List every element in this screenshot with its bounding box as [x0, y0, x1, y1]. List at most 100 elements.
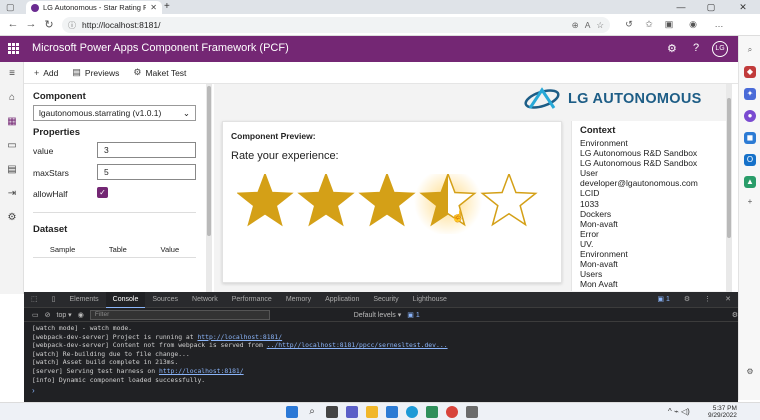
sync-icon[interactable]: ↺: [622, 19, 636, 30]
read-aloud-icon[interactable]: A: [585, 20, 591, 30]
star-rating[interactable]: ☝: [237, 174, 547, 234]
maket-test-button[interactable]: ⚙ Maket Test: [133, 67, 186, 78]
previews-button[interactable]: ▤ Previews: [72, 67, 119, 78]
profile-icon[interactable]: ◉: [686, 19, 700, 30]
home-icon[interactable]: ⌂: [6, 92, 18, 103]
console-link[interactable]: http://localhost:8181/: [197, 333, 282, 341]
value-input[interactable]: 3: [97, 142, 196, 158]
url-field[interactable]: ⓘ http://localhost:8181/ ⊕ A ☆: [62, 17, 610, 33]
star-2[interactable]: [297, 174, 355, 227]
devtools-tab-performance[interactable]: Performance: [225, 292, 279, 308]
export-icon[interactable]: ⇥: [6, 188, 18, 199]
console-link[interactable]: ../http//localhost:8181/ppcc/sernesltest…: [267, 341, 448, 349]
context-select[interactable]: top ▾: [57, 311, 72, 319]
tools-icon[interactable]: ✦: [744, 88, 756, 100]
devtools-tab-console[interactable]: Console: [105, 291, 146, 308]
issues-badge[interactable]: ▣ 1: [650, 292, 676, 308]
devtools-tab-sources[interactable]: Sources: [145, 292, 185, 308]
devtools-close-icon[interactable]: ✕: [718, 292, 738, 308]
context-line: Environment: [580, 249, 628, 260]
devtools-tab-lighthouse[interactable]: Lighthouse: [406, 292, 454, 308]
mail-icon[interactable]: [386, 406, 398, 418]
system-tray-icon[interactable]: ^ ⌁ ◁): [668, 407, 690, 416]
tab-actions-icon[interactable]: ▢: [6, 2, 15, 13]
console-line: [info] Dynamic component loaded successf…: [32, 376, 732, 385]
devtools-tab-memory[interactable]: Memory: [279, 292, 318, 308]
star-3[interactable]: [358, 174, 416, 227]
back-icon[interactable]: ←: [6, 18, 20, 30]
task-view-icon[interactable]: [326, 406, 338, 418]
eye-icon[interactable]: ◉: [78, 311, 84, 319]
hamburger-icon[interactable]: ≡: [6, 68, 18, 79]
add-icon[interactable]: +: [744, 196, 756, 208]
document-icon[interactable]: ▤: [6, 164, 18, 175]
component-select[interactable]: lgautonomous.starrating (v1.0.1) ⌄: [33, 105, 196, 121]
device-icon[interactable]: ▯: [45, 292, 63, 308]
devtools-tab-network[interactable]: Network: [185, 292, 225, 308]
context-title: Context: [580, 125, 616, 136]
windows-start-icon[interactable]: [286, 406, 298, 418]
devtools-tabs: ⬚ ▯ Elements Console Sources Network Perform…: [24, 291, 738, 308]
avatar[interactable]: LG: [712, 41, 728, 57]
app-launcher-icon[interactable]: [8, 43, 19, 54]
devtools-tab-application[interactable]: Application: [318, 292, 366, 308]
console-link[interactable]: http://localhost:8181/: [159, 367, 244, 375]
devtools-settings-icon[interactable]: ⚙: [677, 292, 697, 308]
minimize-icon[interactable]: —: [670, 0, 692, 14]
favorites-icon[interactable]: ✩: [642, 19, 656, 30]
preview-scrollbar[interactable]: [726, 84, 732, 292]
shopping-icon[interactable]: ◆: [744, 66, 756, 78]
taskbar-settings-icon[interactable]: [466, 406, 478, 418]
console-line: [watch] Re-building due to file change..…: [32, 350, 732, 359]
maxstars-input[interactable]: 5: [97, 164, 196, 180]
favorite-icon[interactable]: ☆: [596, 20, 604, 31]
office-icon[interactable]: ◼: [744, 132, 756, 144]
browser-tab[interactable]: LG Autonomous - Star Rating P ✕: [26, 1, 162, 14]
devtools-tab-security[interactable]: Security: [366, 292, 405, 308]
context-line: 1033: [580, 198, 599, 209]
more-icon[interactable]: …: [712, 19, 726, 29]
teams-icon[interactable]: [346, 406, 358, 418]
star-5[interactable]: [480, 174, 538, 227]
levels-select[interactable]: Default levels ▾: [354, 311, 402, 319]
sidebar-settings-icon[interactable]: ⚙: [744, 366, 756, 378]
search-icon[interactable]: ⌕: [744, 44, 756, 56]
edge-icon[interactable]: [406, 406, 418, 418]
props-scrollbar[interactable]: [206, 84, 212, 292]
zoom-icon[interactable]: ⊕: [572, 20, 579, 31]
clipboard-icon[interactable]: ▭: [6, 140, 18, 151]
games-icon[interactable]: ●: [744, 110, 756, 122]
help-icon[interactable]: ?: [693, 42, 699, 54]
refresh-icon[interactable]: ↻: [42, 18, 56, 31]
star-1[interactable]: [237, 174, 294, 227]
maximize-icon[interactable]: ▢: [700, 0, 722, 14]
clear-console-icon[interactable]: ⊘: [45, 311, 51, 319]
devtools-tab-elements[interactable]: Elements: [62, 292, 105, 308]
add-button[interactable]: + Add: [34, 68, 58, 78]
context-line: developer@lgautonomous.com: [580, 178, 698, 189]
issues-count[interactable]: ▣ 1: [407, 311, 419, 319]
sidebar-toggle-icon[interactable]: ▭: [32, 311, 39, 319]
table-icon[interactable]: ▦: [6, 116, 18, 127]
chrome-icon[interactable]: [446, 406, 458, 418]
window-close-icon[interactable]: ✕: [732, 0, 754, 14]
devtools-more-icon[interactable]: ⋮: [697, 292, 718, 308]
filter-input[interactable]: Filter: [89, 309, 270, 320]
nav-settings-icon[interactable]: ⚙: [6, 212, 18, 223]
store-icon[interactable]: [426, 406, 438, 418]
drop-icon[interactable]: ▲: [744, 176, 756, 188]
console-settings-icon[interactable]: ⚙: [732, 311, 738, 319]
allowhalf-checkbox[interactable]: ✓: [97, 187, 108, 198]
file-explorer-icon[interactable]: [366, 406, 378, 418]
command-bar: + Add ▤ Previews ⚙ Maket Test: [24, 62, 738, 84]
close-icon[interactable]: ✕: [150, 3, 157, 12]
outlook-icon[interactable]: O: [744, 154, 756, 166]
taskbar-search-icon[interactable]: ⌕: [306, 406, 318, 418]
console-prompt-icon[interactable]: ›: [32, 386, 35, 395]
new-tab-icon[interactable]: +: [164, 1, 170, 12]
clock[interactable]: 5:37 PM 9/29/2022: [708, 405, 737, 419]
forward-icon[interactable]: →: [24, 18, 38, 30]
collections-icon[interactable]: ▣: [662, 19, 676, 30]
inspect-icon[interactable]: ⬚: [24, 292, 45, 308]
settings-icon[interactable]: ⚙: [667, 42, 677, 55]
